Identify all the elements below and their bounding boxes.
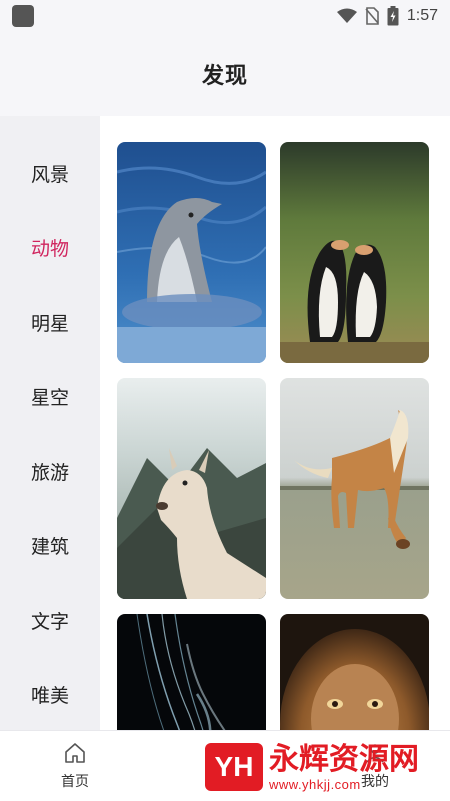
wifi-icon [336,8,357,23]
nav-label: 首页 [61,774,89,790]
sidebar-item-label: 唯美 [30,685,69,708]
app-icon [12,5,34,27]
sidebar-item-travel[interactable]: 旅游 [0,434,100,509]
category-sidebar: 风景 动物 明星 星空 旅游 建筑 文字 唯美 [0,116,100,730]
status-bar: 1:57 [0,0,450,32]
sidebar-item-label: 星空 [30,387,69,410]
header: 发现 [0,32,450,116]
image-card-llama[interactable] [117,378,266,599]
sidebar-item-label: 动物 [30,238,69,261]
bottom-nav: 首页 发现 我的 [0,730,450,801]
home-icon [65,743,85,763]
sidebar-item-label: 明星 [30,312,69,335]
sidebar-item-celebrities[interactable]: 明星 [0,285,100,360]
gallery-panel [100,116,450,730]
sidebar-item-starry-sky[interactable]: 星空 [0,360,100,435]
sidebar-item-architecture[interactable]: 建筑 [0,509,100,584]
lion-image [280,614,429,730]
sidebar-item-label: 风景 [30,163,69,186]
sidebar-item-label: 建筑 [30,536,69,559]
nav-tab-discover[interactable]: 发现 [150,731,300,801]
discover-icon [215,743,235,763]
sidebar-item-scenery[interactable]: 风景 [0,136,100,211]
nav-tab-profile[interactable]: 我的 [300,731,450,801]
image-card-dolphin[interactable] [117,142,266,363]
llama-image [117,378,266,599]
jellyfish-image [117,614,266,730]
image-card-lion[interactable] [280,614,429,730]
penguins-image [280,142,429,363]
image-grid [117,142,430,730]
horse-image [280,378,429,599]
sidebar-item-text[interactable]: 文字 [0,583,100,658]
profile-icon [366,744,384,763]
status-time: 1:57 [406,7,438,24]
nav-tab-home[interactable]: 首页 [0,731,150,801]
page-title: 发现 [201,64,248,89]
sidebar-item-label: 旅游 [30,461,69,484]
sidebar-item-animals[interactable]: 动物 [0,211,100,286]
sim-off-icon [365,7,379,25]
sidebar-item-aesthetic[interactable]: 唯美 [0,658,100,733]
image-card-horse[interactable] [280,378,429,599]
dolphin-image [117,142,266,363]
image-card-jellyfish[interactable] [117,614,266,730]
nav-label: 我的 [361,774,389,790]
image-card-penguins[interactable] [280,142,429,363]
nav-label: 发现 [211,774,239,790]
battery-charging-icon [387,6,399,26]
sidebar-item-label: 文字 [30,610,69,633]
status-icons: 1:57 [336,6,438,26]
